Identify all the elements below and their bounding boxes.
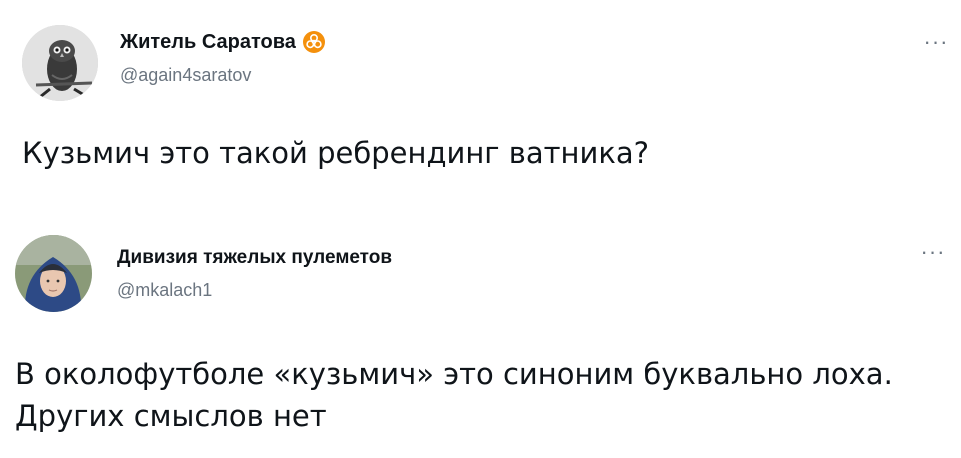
person-hood-avatar-icon	[15, 235, 92, 312]
more-options-button[interactable]: ···	[920, 29, 952, 54]
biohazard-badge-icon	[302, 30, 326, 54]
more-options-icon: ···	[923, 29, 949, 54]
tweet-text: Кузьмич это такой ребрендинг ватника?	[22, 136, 649, 170]
user-handle[interactable]: @again4saratov	[120, 64, 251, 86]
avatar[interactable]	[22, 25, 98, 101]
owl-avatar-icon	[22, 25, 98, 101]
tweet: Дивизия тяжелых пулеметов @mkalach1 ··· …	[0, 218, 961, 458]
author-row: Дивизия тяжелых пулеметов	[117, 246, 392, 270]
tweet: Житель Саратова @again4saratov ··· Кузьм…	[0, 0, 961, 200]
display-name[interactable]: Житель Саратова	[120, 30, 296, 54]
more-options-button[interactable]: ···	[917, 239, 949, 264]
user-handle[interactable]: @mkalach1	[117, 279, 212, 301]
display-name[interactable]: Дивизия тяжелых пулеметов	[117, 246, 392, 270]
author-row: Житель Саратова	[120, 30, 326, 54]
tweet-text: В околофутболе «кузьмич» это синоним бук…	[15, 357, 893, 433]
avatar[interactable]	[15, 235, 92, 312]
more-options-icon: ···	[920, 239, 946, 264]
